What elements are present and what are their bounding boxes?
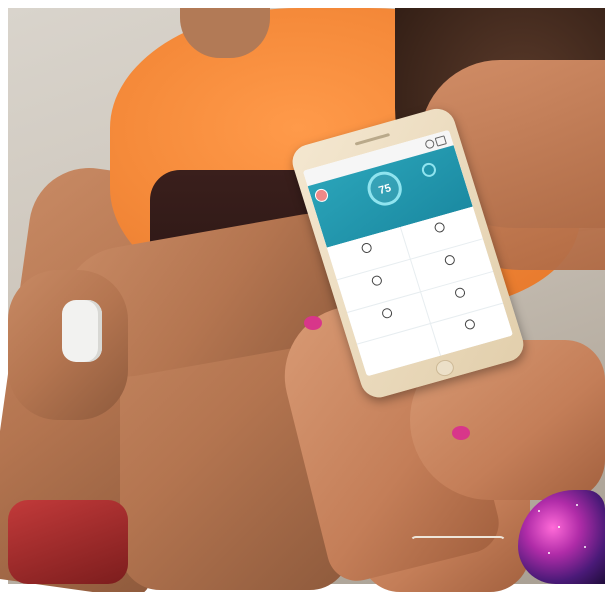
sun-icon — [463, 318, 477, 331]
fitness-band — [62, 300, 102, 362]
star — [548, 552, 550, 554]
score-ring[interactable]: 75 — [363, 167, 407, 210]
dumbbell-icon — [360, 241, 373, 255]
moon-icon — [453, 286, 467, 299]
red-shoe — [8, 500, 128, 584]
fingernail — [304, 316, 322, 330]
score-value: 75 — [377, 182, 393, 197]
cup-icon — [380, 306, 393, 319]
heart-icon — [433, 221, 447, 234]
stopwatch-icon — [370, 274, 383, 287]
star — [584, 546, 586, 548]
notification-icon[interactable] — [424, 138, 436, 150]
star — [538, 510, 540, 512]
avatar[interactable] — [313, 187, 330, 204]
secondary-ring-icon[interactable] — [420, 161, 438, 179]
star — [558, 526, 560, 528]
scale-icon — [443, 253, 457, 266]
bracelet — [410, 536, 506, 550]
menu-icon[interactable] — [434, 135, 447, 147]
fingernail — [452, 426, 470, 440]
photo-scene: 75 — [0, 0, 613, 592]
star — [576, 504, 578, 506]
